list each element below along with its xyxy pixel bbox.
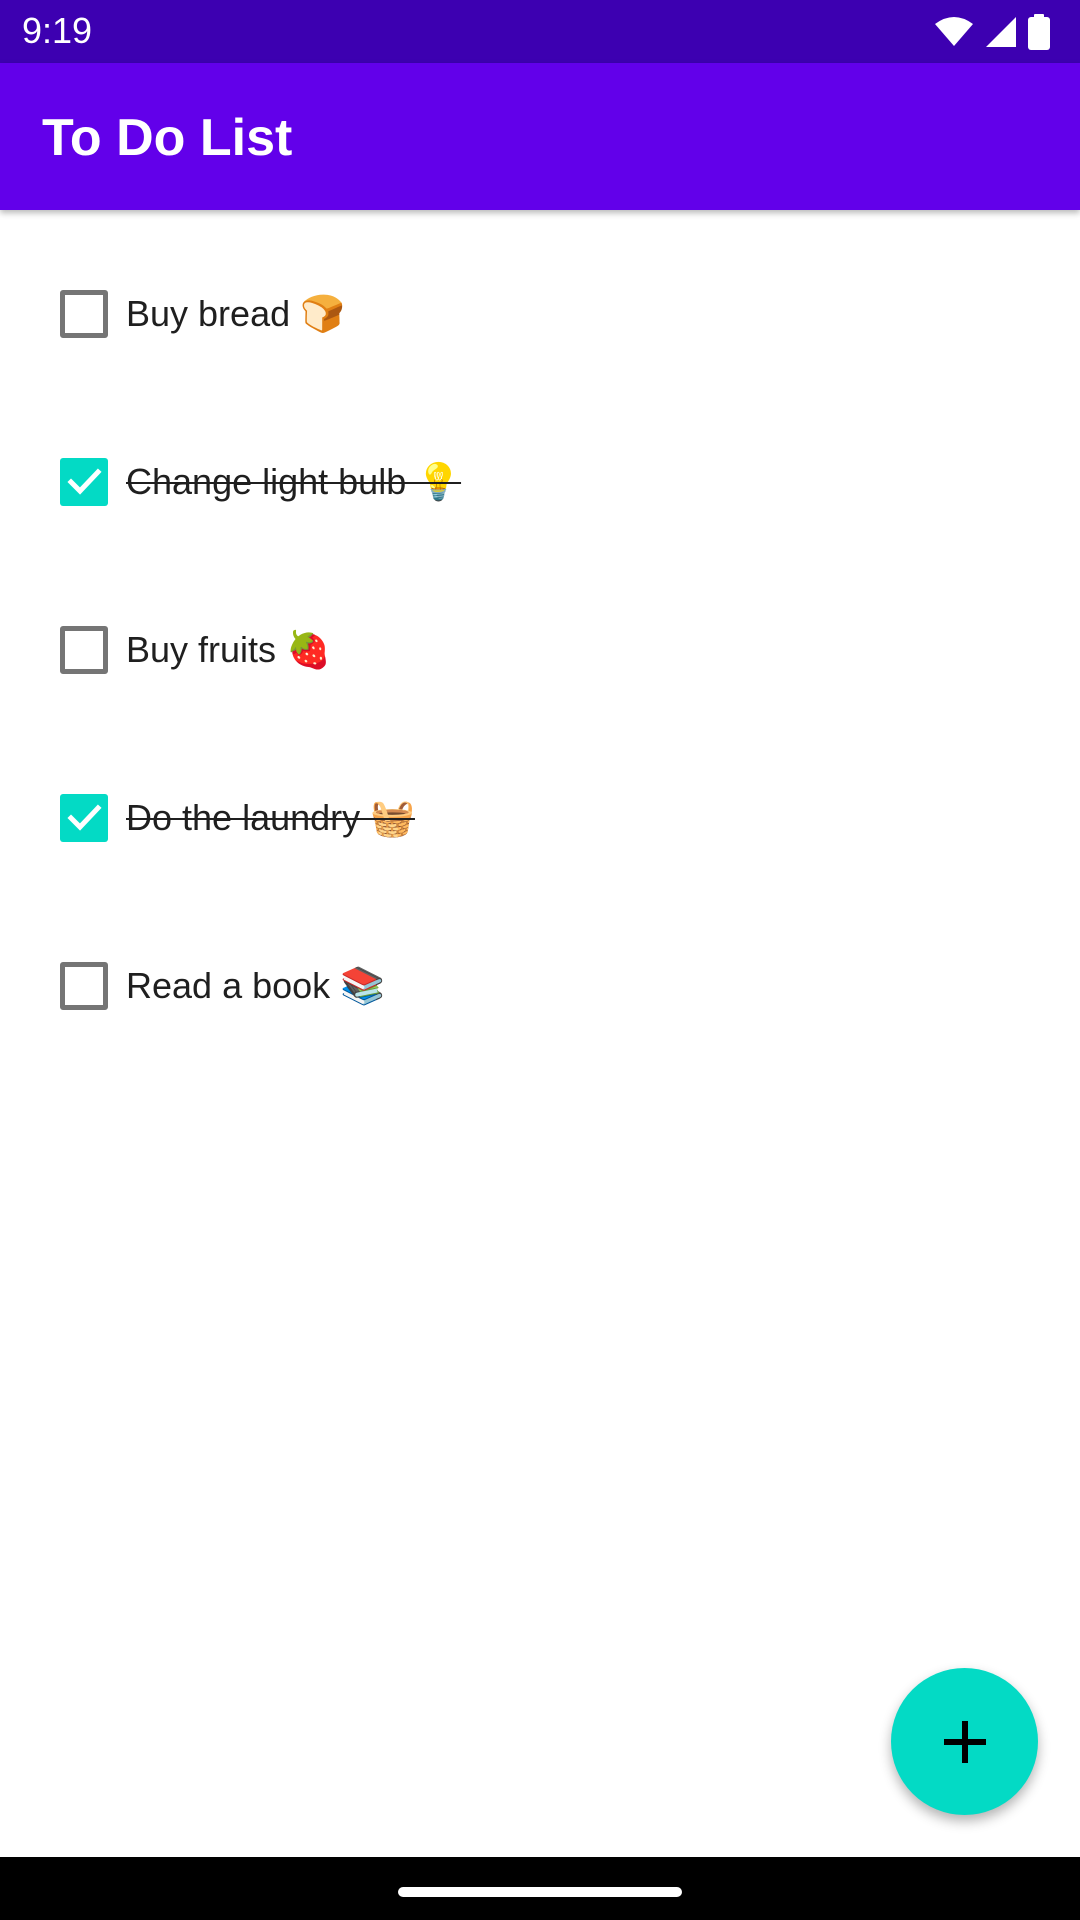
- cellular-signal-icon: [984, 15, 1018, 49]
- status-bar: 9:19: [0, 0, 1080, 63]
- todo-checkbox[interactable]: [60, 458, 108, 506]
- app-bar: To Do List: [0, 63, 1080, 210]
- todo-checkbox[interactable]: [60, 794, 108, 842]
- add-task-button[interactable]: [891, 1668, 1038, 1815]
- status-time: 9:19: [22, 10, 93, 51]
- battery-icon: [1028, 14, 1050, 50]
- navigation-bar: [0, 1857, 1080, 1920]
- todo-item[interactable]: Buy bread 🍞: [0, 248, 1080, 416]
- home-handle[interactable]: [398, 1887, 682, 1897]
- todo-label: Do the laundry 🧺: [126, 797, 415, 838]
- todo-label: Change light bulb 💡: [126, 461, 462, 502]
- todo-checkbox[interactable]: [60, 962, 108, 1010]
- wifi-icon: [934, 16, 974, 48]
- todo-item[interactable]: Buy fruits 🍓: [0, 584, 1080, 752]
- check-icon: [67, 468, 102, 495]
- todo-label: Buy bread 🍞: [126, 293, 345, 334]
- todo-list: Buy bread 🍞 Change light bulb 💡 Buy frui…: [0, 248, 1080, 1088]
- todo-item[interactable]: Read a book 📚: [0, 920, 1080, 1088]
- todo-item[interactable]: Change light bulb 💡: [0, 416, 1080, 584]
- todo-label: Buy fruits 🍓: [126, 629, 331, 670]
- todo-item[interactable]: Do the laundry 🧺: [0, 752, 1080, 920]
- plus-icon: [943, 1720, 986, 1763]
- status-icons: [934, 12, 1050, 52]
- todo-checkbox[interactable]: [60, 626, 108, 674]
- todo-checkbox[interactable]: [60, 290, 108, 338]
- page-title: To Do List: [42, 109, 293, 167]
- check-icon: [67, 804, 102, 831]
- todo-label: Read a book 📚: [126, 965, 385, 1006]
